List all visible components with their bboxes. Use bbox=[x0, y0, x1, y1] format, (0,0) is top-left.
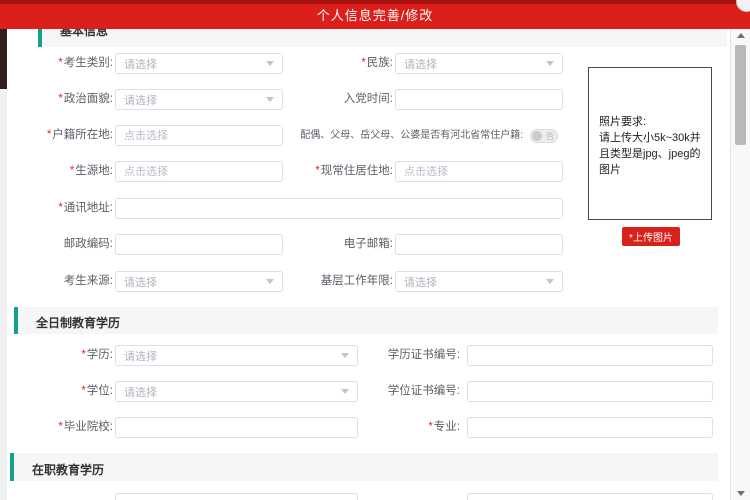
household-location-label: *户籍所在地: bbox=[13, 125, 113, 146]
chevron-down-icon bbox=[266, 97, 274, 102]
postal-code-input[interactable] bbox=[115, 234, 283, 255]
major-label: *专业: bbox=[380, 417, 460, 438]
hebei-household-label: 配偶、父母、岳父母、公婆是否有河北省常住户籍: bbox=[300, 125, 523, 146]
grassroots-years-label: 基层工作年限: bbox=[293, 271, 393, 292]
scroll-up-icon[interactable] bbox=[737, 33, 745, 38]
background-page-edge bbox=[0, 29, 7, 89]
section-basic-info: 基本信息 bbox=[38, 29, 727, 47]
hebei-household-toggle[interactable]: 否 bbox=[530, 129, 558, 143]
section-accent-bar bbox=[38, 29, 42, 47]
origin-place-label: *生源地: bbox=[13, 161, 113, 182]
onjob-diploma-no-input[interactable] bbox=[467, 493, 713, 500]
degree-level-label: *学历: bbox=[13, 345, 113, 366]
section-basic-title: 基本信息 bbox=[60, 29, 108, 39]
section-fulltime-title: 全日制教育学历 bbox=[36, 314, 120, 331]
scroll-down-icon[interactable] bbox=[737, 491, 745, 496]
party-join-time-label: 入党时间: bbox=[293, 89, 393, 110]
party-join-time-input[interactable] bbox=[395, 89, 563, 110]
current-residence-input[interactable] bbox=[395, 161, 563, 182]
degree-cert-no-label: 学位证书编号: bbox=[330, 381, 460, 402]
left-gutter bbox=[0, 89, 7, 500]
email-label: 电子邮箱: bbox=[293, 234, 393, 255]
candidate-type-select[interactable]: 请选择 bbox=[115, 53, 283, 74]
political-status-label: *政治面貌: bbox=[13, 89, 113, 110]
modal-header: 个人信息完善/修改 bbox=[0, 0, 750, 29]
current-residence-label: *现常住居住地: bbox=[293, 161, 393, 182]
origin-place-input[interactable] bbox=[115, 161, 283, 182]
upload-photo-button[interactable]: *上传图片 bbox=[622, 227, 680, 246]
modal-title: 个人信息完善/修改 bbox=[317, 5, 434, 24]
candidate-type-label: *考生类别: bbox=[13, 53, 113, 74]
candidate-source-label: 考生来源: bbox=[13, 271, 113, 292]
major-input[interactable] bbox=[467, 417, 713, 438]
scrollbar-thumb[interactable] bbox=[735, 45, 746, 145]
school-label: *毕业院校: bbox=[13, 417, 113, 438]
diploma-no-label: 学历证书编号: bbox=[330, 345, 460, 366]
chevron-down-icon bbox=[266, 61, 274, 66]
chevron-down-icon bbox=[266, 279, 274, 284]
degree-select[interactable]: 请选择 bbox=[115, 381, 358, 402]
section-accent-bar bbox=[14, 307, 18, 334]
degree-cert-no-input[interactable] bbox=[467, 381, 713, 402]
section-accent-bar bbox=[10, 453, 14, 481]
section-onjob-edu: 在职教育学历 bbox=[10, 453, 718, 481]
photo-requirements-text: 照片要求: 请上传大小5k~30k并且类型是jpg、jpeg的图片 bbox=[599, 114, 707, 178]
email-input[interactable] bbox=[395, 234, 563, 255]
postal-code-label: 邮政编码: bbox=[13, 234, 113, 255]
toggle-off-text: 否 bbox=[546, 132, 554, 141]
personal-info-modal: 个人信息完善/修改 基本信息 *考生类别: 请选择 *民族: 请选择 *政治面貌… bbox=[0, 0, 750, 500]
ethnicity-select[interactable]: 请选择 bbox=[395, 53, 563, 74]
mailing-address-input[interactable] bbox=[115, 198, 563, 219]
candidate-source-select[interactable]: 请选择 bbox=[115, 271, 283, 292]
ethnicity-label: *民族: bbox=[293, 53, 393, 74]
mailing-address-label: *通讯地址: bbox=[13, 198, 113, 219]
chevron-down-icon bbox=[546, 61, 554, 66]
school-input[interactable] bbox=[115, 417, 358, 438]
toggle-knob-icon bbox=[532, 131, 542, 141]
section-onjob-title: 在职教育学历 bbox=[32, 461, 104, 478]
degree-level-select[interactable]: 请选择 bbox=[115, 345, 358, 366]
onjob-degree-level-select[interactable] bbox=[115, 493, 358, 500]
section-fulltime-edu: 全日制教育学历 bbox=[14, 307, 718, 334]
diploma-no-input[interactable] bbox=[467, 345, 713, 366]
degree-label: *学位: bbox=[13, 381, 113, 402]
close-icon[interactable] bbox=[736, 0, 750, 12]
grassroots-years-select[interactable]: 请选择 bbox=[395, 271, 563, 292]
photo-placeholder-box: 照片要求: 请上传大小5k~30k并且类型是jpg、jpeg的图片 bbox=[588, 67, 712, 220]
chevron-down-icon bbox=[546, 279, 554, 284]
household-location-input[interactable] bbox=[115, 125, 283, 146]
political-status-select[interactable]: 请选择 bbox=[115, 89, 283, 110]
